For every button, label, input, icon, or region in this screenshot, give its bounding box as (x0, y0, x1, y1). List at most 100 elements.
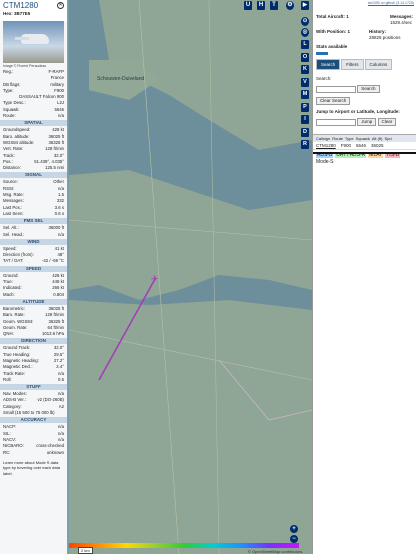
map-attribution[interactable]: © OpenStreetMap contributors. (248, 549, 303, 554)
section-heading: SPATIAL (0, 120, 67, 127)
zoom-out-button[interactable]: − (290, 535, 298, 543)
spatial-value: 125.5 nmi (45, 165, 64, 171)
messages-value: 1529.4/sec (389, 20, 413, 25)
search-button[interactable]: Search (357, 85, 380, 93)
toggle-h-button[interactable]: H (257, 1, 265, 10)
jump-button[interactable]: Jump (357, 118, 377, 126)
messages-stat: Messages: 1529.4/sec (390, 14, 413, 26)
toggle-i-button[interactable]: I (301, 115, 309, 124)
zoom-in-button[interactable]: + (290, 525, 298, 533)
section-heading: DIRECTION (0, 338, 67, 345)
clear-search-button[interactable]: Clear Search (316, 97, 351, 105)
spatial-label: Distance: (3, 165, 21, 171)
stuff-value: A2 (58, 403, 64, 409)
total-aircraft-label: Total Aircraft: (316, 14, 346, 19)
wind-row: TAT / OAT: -42 / -69 °C (0, 258, 67, 264)
wind-value: -42 / -69 °C (41, 258, 64, 264)
dir-label: Roll: (3, 376, 12, 382)
column-header[interactable]: Callsign (316, 136, 330, 141)
search-input[interactable] (316, 85, 356, 93)
jump-input[interactable] (316, 118, 356, 126)
table-cell: CTM1280 (316, 143, 336, 148)
scale-bar: 2 km (78, 547, 93, 554)
column-header[interactable]: Type (345, 136, 354, 141)
signal-row: Last Seen: 0.6 s (0, 211, 67, 217)
aircraft-table-header: Callsign Route Type Squawk Alt (ft) Spd (313, 134, 416, 142)
table-row[interactable]: CTM1280 F900 5646 36025 (313, 142, 416, 150)
tab-filters[interactable]: Filters (341, 59, 364, 70)
section-heading: ALTITUDE (0, 298, 67, 305)
fms-row: Sel. Head.: n/a (0, 232, 67, 238)
table-cell: 5646 (356, 143, 367, 148)
panel-divider (313, 152, 416, 154)
toggle-l-button[interactable]: L (301, 40, 309, 49)
column-header[interactable]: Spd (385, 136, 392, 141)
jump-label: Jump to Airport or Latitude, Longitude: (316, 109, 400, 114)
toggle-o-button[interactable]: O (301, 52, 309, 62)
column-header[interactable]: Squawk (356, 136, 370, 141)
alt-row: QNH: 1013.6 hPa (0, 331, 67, 337)
center-icon[interactable]: ⊙ (301, 17, 309, 26)
section-heading: SIGNAL (0, 172, 67, 179)
info-label: Reg.: (3, 69, 14, 74)
search-label: Search: (316, 76, 332, 81)
toggle-v-button[interactable]: V (301, 77, 309, 87)
tab-search[interactable]: Search (316, 59, 341, 70)
place-label: Schouwen-Duiveland (97, 76, 144, 82)
with-position-value: 1 (347, 29, 350, 34)
aircraft-marker-icon[interactable]: ✈ (151, 275, 159, 285)
section-heading: FMS SEL (0, 218, 67, 225)
total-aircraft-value: 1 (346, 14, 349, 19)
signal-value: 0.6 s (54, 210, 64, 216)
aircraft-detail-sidebar: CTM1280 Hex: 3B77E5 ✕ Image © Florent Pe… (0, 0, 68, 554)
hex-value: 3B77E5 (14, 11, 31, 16)
badge-modes: Mode-S (316, 159, 334, 165)
toggle-r-button[interactable]: R (301, 140, 309, 149)
clear-jump-button[interactable]: Clear (377, 118, 397, 126)
wind-label: TAT / OAT: (3, 258, 24, 264)
info-label: Route: (3, 113, 16, 119)
sidebar-body: Reg.: F-RAFP France DB flags: military Type: F… (0, 69, 67, 476)
history-value: 28825 positions (369, 35, 401, 40)
stats-bar (316, 52, 328, 55)
altitude-color-bar (69, 543, 299, 548)
toggle-t-button[interactable]: T (270, 1, 278, 10)
legend-icon[interactable]: ◎ (301, 28, 309, 37)
speed-label: Mach: (3, 291, 15, 297)
map-view[interactable]: Schouwen-Duiveland ✈ (69, 0, 312, 554)
aircraft-photo[interactable] (3, 21, 64, 63)
alt-label: QNH: (3, 331, 14, 337)
column-header[interactable]: Alt (ft) (372, 136, 383, 141)
section-heading: STUFF (0, 384, 67, 391)
total-aircraft: Total Aircraft: 1 (316, 14, 349, 26)
stats-available: Stats available (316, 44, 348, 49)
messages-label: Messages: (389, 14, 413, 19)
tab-columns[interactable]: Columns (364, 59, 393, 70)
spatial-row: Distance: 125.5 nmi (0, 165, 67, 171)
toggle-d-button[interactable]: D (301, 127, 309, 137)
close-icon[interactable]: ✕ (57, 2, 64, 9)
settings-gear-icon[interactable]: ⚙ (286, 1, 294, 10)
acc-label: RC: (3, 449, 11, 455)
sidebar-header: CTM1280 Hex: 3B77E5 ✕ (0, 0, 67, 21)
toggle-p-button[interactable]: P (301, 102, 309, 112)
info-value: n/a (58, 113, 64, 119)
alt-value: 1013.6 hPa (42, 331, 64, 337)
section-heading: SPEED (0, 265, 67, 272)
info-label: Type: (3, 87, 14, 93)
section-heading: WIND (0, 238, 67, 245)
stuff-label: Small (15 500 to 75 000 lb) (3, 410, 55, 416)
toggle-k-button[interactable]: K (301, 65, 309, 74)
toggle-u-button[interactable]: U (244, 1, 252, 10)
table-cell: 36025 (371, 143, 384, 148)
stuff-row: Small (15 500 to 75 000 lb) (0, 410, 67, 416)
acc-row: RC: unknown (0, 450, 67, 456)
toggle-m-button[interactable]: M (301, 90, 309, 99)
history-stat: History: 28825 positions (369, 29, 413, 41)
map-canvas[interactable]: Schouwen-Duiveland ✈ (69, 0, 312, 554)
expand-arrow-icon[interactable]: ▶ (301, 1, 309, 10)
history-label: History: (369, 29, 387, 34)
column-header[interactable]: Route (332, 136, 343, 141)
speed-row: Mach: 0.804 (0, 292, 67, 298)
right-panel: tar1090 on github (3.14.1725) Total Airc… (312, 0, 416, 554)
